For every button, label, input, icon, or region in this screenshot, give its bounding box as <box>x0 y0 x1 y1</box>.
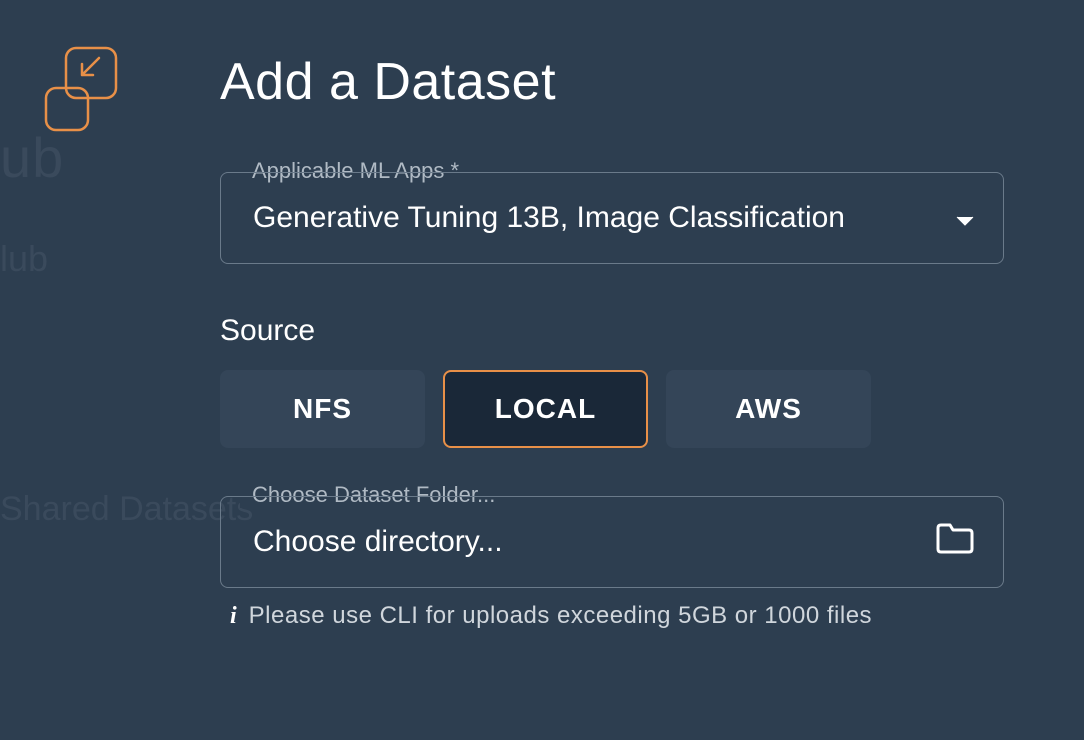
info-icon: i <box>230 603 237 630</box>
background-text: Shared Datasets <box>0 490 253 529</box>
source-tab-local[interactable]: LOCAL <box>443 370 648 448</box>
background-text: lub <box>0 238 48 280</box>
helper-text-row: i Please use CLI for uploads exceeding 5… <box>220 602 1004 630</box>
folder-field-container: Choose Dataset Folder... Choose director… <box>220 496 1004 588</box>
folder-placeholder: Choose directory... <box>253 525 503 559</box>
folder-icon <box>935 522 975 562</box>
source-tabs: NFS LOCAL AWS <box>220 370 1004 448</box>
helper-message: Please use CLI for uploads exceeding 5GB… <box>249 602 872 630</box>
chevron-down-icon <box>955 201 975 235</box>
app-logo-icon <box>42 40 122 145</box>
source-section: Source NFS LOCAL AWS <box>220 314 1004 448</box>
ml-apps-field-container: Applicable ML Apps * Generative Tuning 1… <box>220 172 1004 264</box>
folder-picker[interactable]: Choose directory... <box>220 496 1004 588</box>
source-tab-nfs[interactable]: NFS <box>220 370 425 448</box>
page-title: Add a Dataset <box>220 52 1004 112</box>
source-label: Source <box>220 314 1004 348</box>
ml-apps-select[interactable]: Generative Tuning 13B, Image Classificat… <box>220 172 1004 264</box>
source-tab-aws[interactable]: AWS <box>666 370 871 448</box>
ml-apps-selected-value: Generative Tuning 13B, Image Classificat… <box>253 201 943 235</box>
